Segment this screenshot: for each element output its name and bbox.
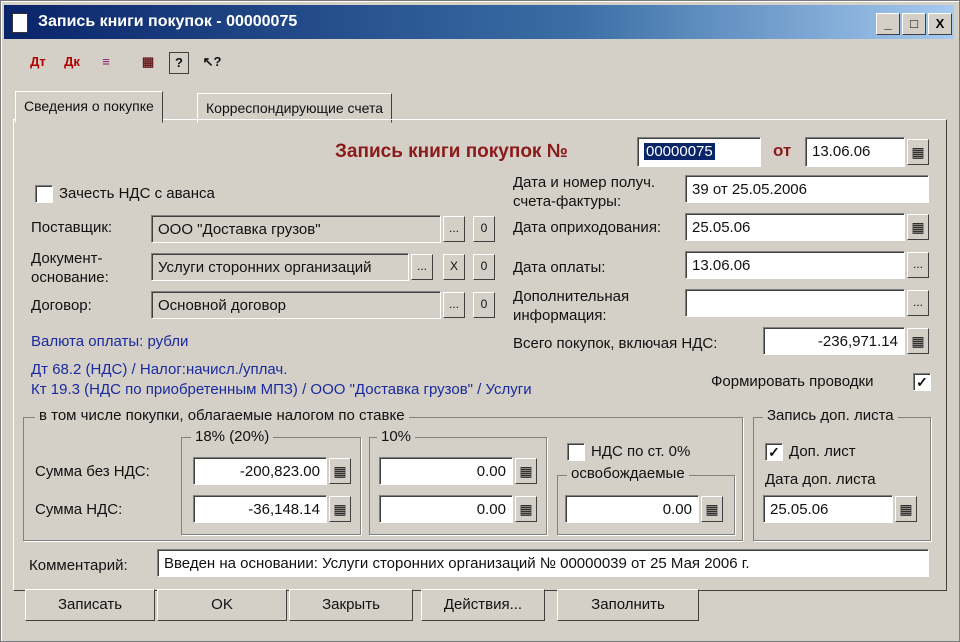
extra-info-select-button[interactable]: ... (907, 290, 929, 316)
rate18-base-field[interactable]: -200,823.00 (193, 457, 327, 485)
extra-info-field[interactable] (685, 289, 905, 317)
rate10-base-field[interactable]: 0.00 (379, 457, 513, 485)
extra-sheet-date-label: Дата доп. листа (765, 471, 876, 488)
posting-date-label: Дата оприходования: (513, 219, 662, 236)
total-field[interactable]: -236,971.14 (763, 327, 905, 355)
posting-calendar-icon[interactable]: ▦ (907, 214, 929, 240)
rate18-vat-calculator-icon[interactable]: ▦ (329, 496, 351, 522)
new-doc-icon[interactable]: Дт (25, 49, 51, 75)
extra-sheet-title: Запись доп. листа (763, 407, 898, 424)
purchase-book-window: Запись книги покупок - 00000075 _ □ X Дт… (0, 0, 960, 642)
extra-info-label: Дополнительная информация: (513, 288, 630, 324)
supplier-select-button[interactable]: ... (443, 216, 465, 242)
contract-select-button[interactable]: ... (443, 292, 465, 318)
basis-field[interactable]: Услуги сторонних организаций (151, 253, 409, 281)
extra-sheet-calendar-icon[interactable]: ▦ (895, 496, 917, 522)
form-entries-checkbox[interactable]: ✓ (913, 373, 931, 391)
supplier-clear-button[interactable]: 0 (473, 216, 495, 242)
exempt-calculator-icon[interactable]: ▦ (701, 496, 723, 522)
vat-advance-label: Зачесть НДС с аванса (59, 185, 215, 202)
contract-field[interactable]: Основной договор (151, 291, 441, 319)
invoice-label: Дата и номер получ. счета-фактуры: (513, 174, 656, 210)
contract-clear-button[interactable]: 0 (473, 292, 495, 318)
extra-sheet-label: Доп. лист (789, 443, 856, 460)
vat-sum-label: Сумма НДС: (35, 501, 123, 518)
close-button[interactable]: Закрыть (289, 589, 413, 621)
accounting-debit-line: Дт 68.2 (НДС) / Налог:начисл./уплач. (31, 361, 288, 378)
extra-sheet-date-field[interactable]: 25.05.06 (763, 495, 893, 523)
from-label: от (773, 141, 792, 160)
minimize-button[interactable]: _ (876, 13, 900, 35)
total-calculator-icon[interactable]: ▦ (907, 328, 929, 354)
document-icon (12, 13, 28, 33)
payment-date-field[interactable]: 13.06.06 (685, 251, 905, 279)
tax-rate-group-title: в том числе покупки, облагаемые налогом … (35, 407, 409, 424)
basis-clear-x-button[interactable]: X (443, 254, 465, 280)
supplier-label: Поставщик: (31, 219, 113, 236)
pointer-help-icon[interactable]: ↖? (199, 49, 225, 75)
sum-without-vat-label: Сумма без НДС: (35, 463, 150, 480)
payment-date-label: Дата оплаты: (513, 259, 606, 276)
vat0-label: НДС по ст. 0% (591, 443, 691, 460)
contract-label: Договор: (31, 297, 92, 314)
rate18-label: 18% (20%) (191, 428, 274, 445)
calendar-icon[interactable]: ▦ (907, 139, 929, 165)
record-date-field[interactable]: 13.06.06 (805, 137, 905, 167)
exempt-label: освобождаемые (567, 465, 689, 482)
ok-button[interactable]: OK (157, 589, 287, 621)
actions-button[interactable]: Действия... (421, 589, 545, 621)
title-bar[interactable]: Запись книги покупок - 00000075 _ □ X (4, 5, 954, 39)
edit-entries-icon[interactable]: ≡ (93, 49, 119, 75)
rate10-base-calculator-icon[interactable]: ▦ (515, 458, 537, 484)
comment-field[interactable]: Введен на основании: Услуги сторонних ор… (157, 549, 929, 577)
record-number-value: 00000075 (644, 143, 715, 160)
vat-advance-checkbox[interactable] (35, 185, 53, 203)
window-title: Запись книги покупок - 00000075 (38, 13, 298, 30)
record-number-field[interactable]: 00000075 (637, 137, 761, 167)
posting-date-field[interactable]: 25.05.06 (685, 213, 905, 241)
form-entries-label: Формировать проводки (711, 373, 874, 390)
rate10-label: 10% (377, 428, 416, 445)
basis-clear-button[interactable]: 0 (473, 254, 495, 280)
record-title: Запись книги покупок № (335, 141, 568, 162)
tab-purchase-info[interactable]: Сведения о покупке (15, 91, 163, 123)
write-button[interactable]: Записать (25, 589, 155, 621)
accounting-credit-line: Кт 19.3 (НДС по приобретенным МПЗ) / ООО… (31, 381, 532, 398)
rate18-vat-field[interactable]: -36,148.14 (193, 495, 327, 523)
total-label: Всего покупок, включая НДС: (513, 335, 718, 352)
vat0-checkbox[interactable] (567, 443, 585, 461)
help-icon[interactable]: ? (169, 52, 189, 74)
invoice-field[interactable]: 39 от 25.05.2006 (685, 175, 929, 203)
debit-credit-icon[interactable]: Дк (59, 49, 85, 75)
supplier-field[interactable]: ООО "Доставка грузов" (151, 215, 441, 243)
payment-currency: Валюта оплаты: рубли (31, 333, 189, 350)
comment-label: Комментарий: (29, 557, 128, 574)
basis-select-button[interactable]: ... (411, 254, 433, 280)
close-window-button[interactable]: X (928, 13, 952, 35)
maximize-button[interactable]: □ (902, 13, 926, 35)
journal-icon[interactable]: ▦ (135, 49, 161, 75)
rate10-vat-field[interactable]: 0.00 (379, 495, 513, 523)
extra-sheet-checkbox[interactable]: ✓ (765, 443, 783, 461)
basis-label: Документ-основание: (31, 250, 109, 286)
fill-button[interactable]: Заполнить (557, 589, 699, 621)
rate10-vat-calculator-icon[interactable]: ▦ (515, 496, 537, 522)
rate18-base-calculator-icon[interactable]: ▦ (329, 458, 351, 484)
payment-date-select-button[interactable]: ... (907, 252, 929, 278)
exempt-field[interactable]: 0.00 (565, 495, 699, 523)
